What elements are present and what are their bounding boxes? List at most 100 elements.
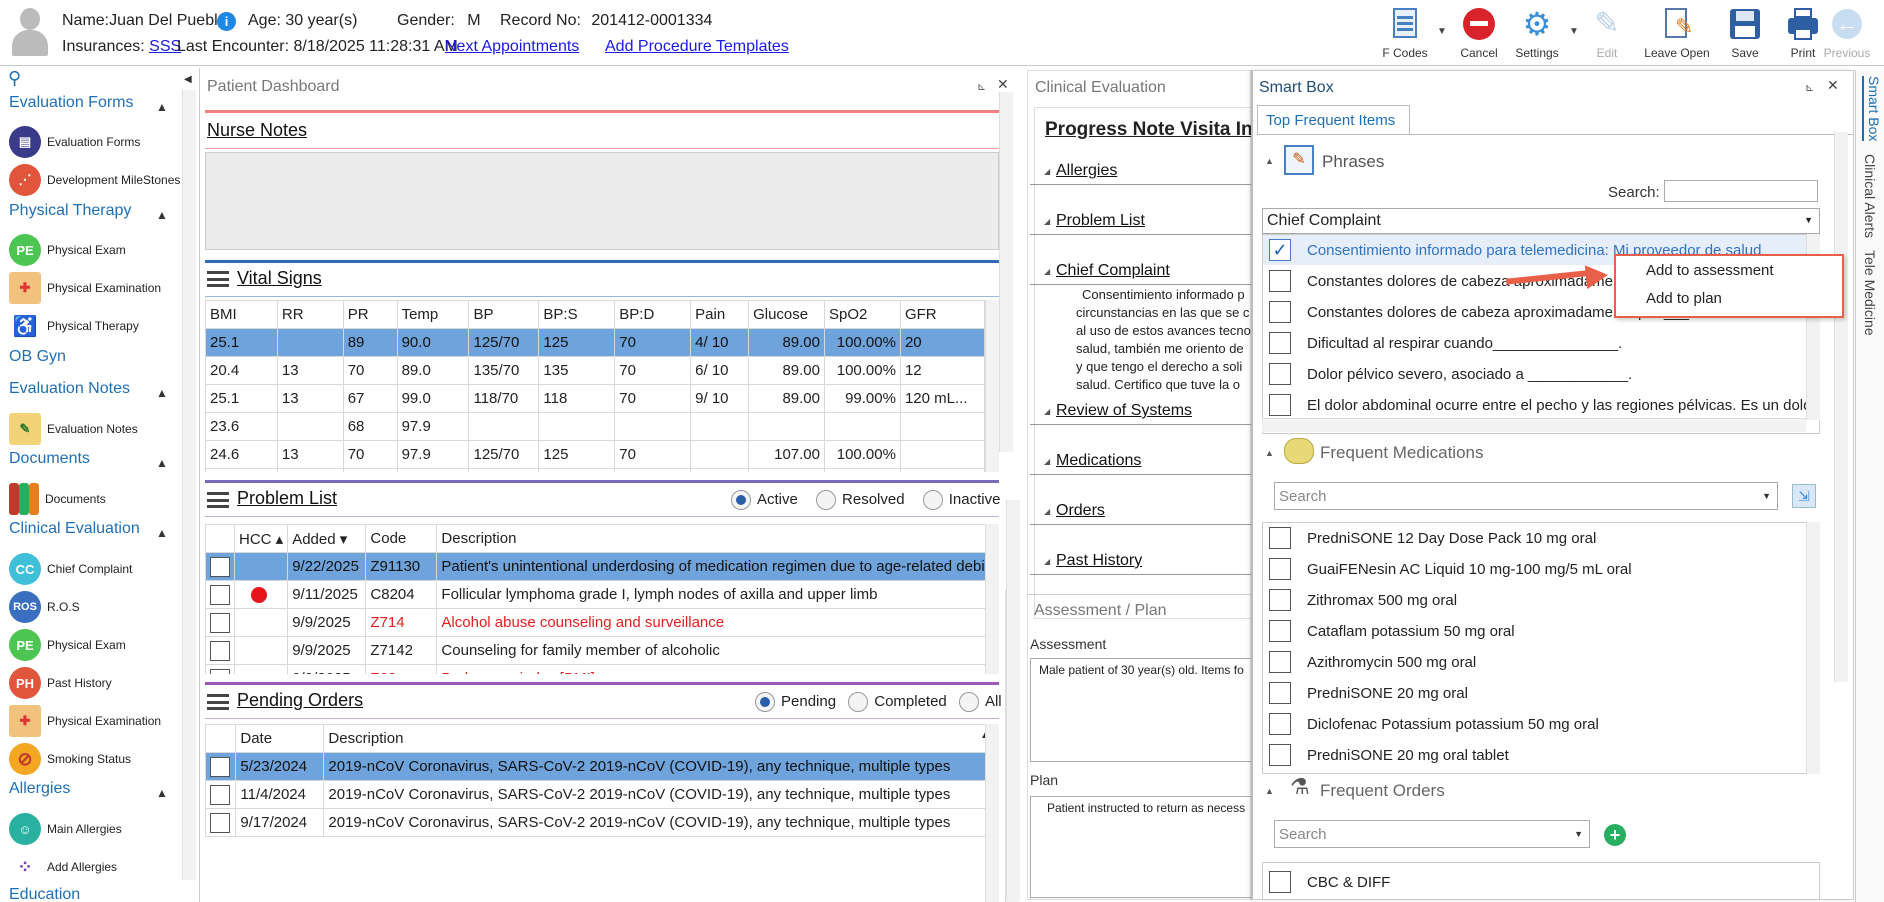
medication-scrollbar[interactable] [1806,522,1820,774]
table-row[interactable]: 25.1 89 90.0 125/70 125 70 4/ 10 89.00 100.00% 20 [205,328,986,357]
collapse-caret-icon[interactable]: ▲ [156,526,168,540]
list-item[interactable]: Dificultad al respirar cuando___________… [1263,328,1819,358]
sort-icon[interactable]: ▾ [336,531,348,548]
checkbox[interactable] [1269,651,1291,673]
orders-scrollbar[interactable] [985,724,999,902]
menu-icon[interactable] [207,271,229,287]
menu-icon[interactable] [207,492,229,508]
next-appointments-link[interactable]: Next Appointments [445,38,579,56]
row-checkbox[interactable] [205,752,237,781]
assessment-textarea[interactable]: Male patient of 30 year(s) old. Items fo [1030,658,1252,762]
collapse-phrases-icon[interactable]: ▲ [1265,156,1274,166]
row-checkbox[interactable] [205,636,235,665]
clinical-scrollbar[interactable] [1006,500,1020,900]
nav-item-physical-therapy[interactable]: ♿ Physical Therapy [9,309,139,343]
section-evaluation-notes[interactable]: Evaluation Notes [9,380,130,398]
checkbox[interactable] [1269,527,1291,549]
clinical-section-chief-complaint[interactable]: Chief Complaint [1044,262,1170,280]
column-header[interactable]: Added ▾ [287,524,367,553]
search-icon[interactable]: ⚲ [8,68,21,89]
table-row[interactable]: 9/11/2025 C8204 Follicular lymphoma grade … [205,580,999,609]
collapse-caret-icon[interactable]: ▲ [156,786,168,800]
section-documents[interactable]: Documents [9,450,90,468]
section-allergies[interactable]: Allergies [9,780,70,798]
clinical-section-medications[interactable]: Medications [1044,452,1141,470]
nav-item-physical-exam-2[interactable]: PE Physical Exam [9,628,126,662]
order-search-input[interactable]: Search ▼ [1274,820,1590,848]
pin-icon[interactable]: ⊾ [1805,81,1814,94]
vitals-scrollbar[interactable] [985,300,999,472]
radio-active[interactable]: Active [731,490,798,510]
pin-icon[interactable]: ⊾ [977,80,986,93]
nav-item-evaluation-notes[interactable]: ✎ Evaluation Notes [9,412,138,446]
radio-all[interactable]: All [958,692,1002,712]
table-row[interactable]: 9/17/2024 2019-nCoV Coronavirus, SARS-CoV… [205,808,995,837]
checkbox[interactable] [1269,871,1291,893]
phrase-category-select[interactable]: Chief Complaint ▼ [1262,208,1820,234]
phrase-hscrollbar[interactable] [1262,418,1806,432]
column-header[interactable]: Description▲ [323,724,995,753]
column-header[interactable]: Pain [690,300,750,329]
sort-icon[interactable]: ▴ [272,531,284,548]
checkbox[interactable] [1269,620,1291,642]
side-tab-tele-medicine[interactable]: Tele Medicine [1862,250,1878,336]
table-row[interactable]: 9/9/2025Z68Body mass index [BMI] [205,664,999,674]
column-header[interactable]: BP [468,300,540,329]
list-item[interactable]: CBC & DIFF [1263,867,1819,897]
list-item[interactable]: El dolor abdominal ocurre entre el pecho… [1263,390,1819,420]
column-header[interactable]: Glucose [748,300,825,329]
checkbox[interactable] [1269,270,1291,292]
collapse-caret-icon[interactable]: ▲ [156,100,168,114]
column-header[interactable]: Date [235,724,325,753]
clinical-section-allergies[interactable]: Allergies [1044,162,1117,180]
side-tab-clinical-alerts[interactable]: Clinical Alerts [1862,154,1878,238]
nav-scrollbar[interactable] [182,90,196,880]
clinical-section-problem-list[interactable]: Problem List [1044,212,1145,230]
nav-item-evaluation-forms[interactable]: ▤ Evaluation Forms [9,125,140,159]
clinical-section-orders[interactable]: Orders [1044,502,1105,520]
table-row[interactable]: 11/4/2024 2019-nCoV Coronavirus, SARS-CoV… [205,780,995,809]
list-item[interactable]: Zithromax 500 mg oral [1263,585,1819,615]
table-row[interactable]: 20.4 13 70 89.0 135/70 135 70 6/ 10 89.00 100.00%… [205,356,986,385]
f-codes-button[interactable]: F Codes [1368,6,1442,60]
radio-inactive[interactable]: Inactive [922,490,1000,510]
problems-scrollbar[interactable] [985,524,999,674]
column-header[interactable]: BP:S [538,300,616,329]
close-icon[interactable]: ✕ [1827,77,1839,94]
row-checkbox[interactable] [205,808,237,837]
add-order-icon[interactable]: + [1604,824,1626,846]
checkbox[interactable] [1269,301,1291,323]
row-checkbox[interactable] [205,780,237,809]
radio-pending[interactable]: Pending [755,692,836,712]
collapse-orders-icon[interactable]: ▲ [1265,786,1274,796]
collapse-caret-icon[interactable]: ▲ [156,386,168,400]
nurse-notes-textarea[interactable] [205,152,999,250]
medication-search-input[interactable]: Search ▼ [1274,482,1778,510]
phrase-search-input[interactable] [1664,180,1818,202]
column-header[interactable]: SpO2 [824,300,901,329]
section-physical-therapy[interactable]: Physical Therapy [9,202,131,220]
info-icon[interactable]: i [217,12,236,31]
row-checkbox[interactable] [205,580,235,609]
menu-icon[interactable] [207,694,229,710]
menu-item-add-to-plan[interactable]: Add to plan [1646,290,1722,307]
checkbox[interactable] [1269,589,1291,611]
checkbox[interactable] [1269,558,1291,580]
table-row[interactable]: 25.1 13 67 99.0 118/70 118 70 9/ 10 89.00 99.00% 1… [205,384,986,413]
collapse-medications-icon[interactable]: ▲ [1265,448,1274,458]
column-header[interactable]: PR [342,300,398,329]
nav-item-past-history[interactable]: PH Past History [9,666,112,700]
checkbox[interactable] [1269,363,1291,385]
clinical-section-review-of-systems[interactable]: Review of Systems [1044,402,1192,420]
table-row[interactable]: 9/22/2025 Z91130 Patient's unintentional u… [205,552,999,581]
radio-completed[interactable]: Completed [848,692,947,712]
checkbox[interactable] [1269,713,1291,735]
row-checkbox[interactable] [205,664,235,674]
column-header[interactable]: BMI [205,300,278,329]
row-checkbox[interactable] [205,552,235,581]
list-item[interactable]: Diclofenac Potassium potassium 50 mg ora… [1263,709,1819,739]
section-clinical-evaluation[interactable]: Clinical Evaluation [9,520,140,538]
edit-button[interactable]: ✎ Edit [1570,6,1644,60]
table-row[interactable]: 23.8885296.9120/90120900/ 1090.00 [205,468,986,472]
nav-item-ros[interactable]: ROS R.O.S [9,590,80,624]
